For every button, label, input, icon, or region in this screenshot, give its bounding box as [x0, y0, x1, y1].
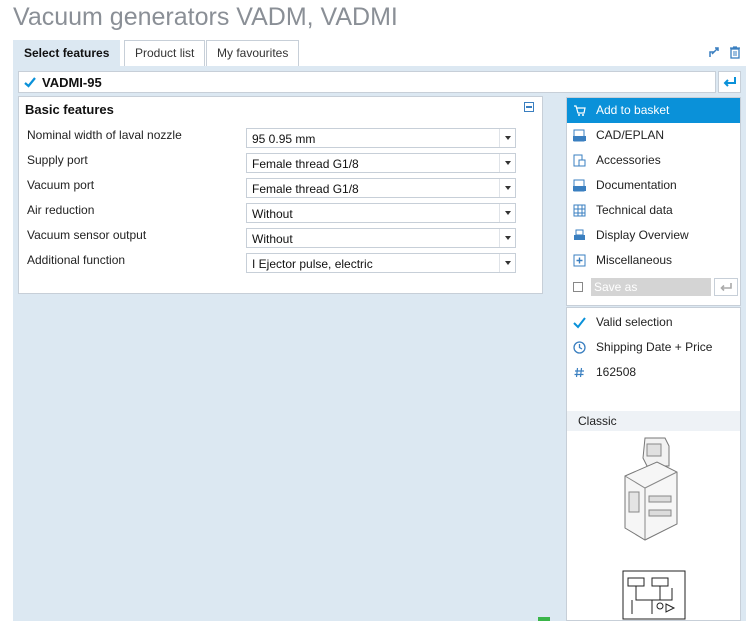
order-code-value: VADMI-95	[42, 75, 102, 90]
table-icon	[573, 204, 586, 217]
circuit-symbol-image	[622, 570, 686, 620]
feature-label: Air reduction	[27, 203, 95, 217]
technical-data-button[interactable]: Technical data	[567, 198, 740, 223]
tab-product-list[interactable]: Product list	[124, 40, 206, 66]
chevron-down-icon[interactable]	[499, 154, 515, 172]
vacuum-sensor-select[interactable]: Without	[246, 228, 516, 248]
action-label: Display Overview	[596, 228, 689, 242]
tab-my-favourites[interactable]: My favourites	[206, 40, 300, 66]
configurator-panel: VADMI-95 Basic features Nominal width of…	[13, 66, 746, 621]
chevron-down-icon[interactable]	[499, 229, 515, 247]
cad-eplan-button[interactable]: CAD/EPLAN	[567, 123, 740, 148]
order-code-field[interactable]: VADMI-95	[18, 71, 716, 93]
shipping-date-price-link[interactable]: Shipping Date + Price	[567, 335, 740, 360]
basket-icon	[574, 105, 586, 116]
nozzle-width-select[interactable]: 95 0.95 mm	[246, 128, 516, 148]
feature-label: Supply port	[27, 153, 88, 167]
action-label: Technical data	[596, 203, 673, 217]
select-value: I Ejector pulse, electric	[252, 257, 373, 271]
clock-icon	[573, 341, 586, 354]
variant-label: Classic	[578, 414, 617, 428]
enter-icon	[720, 283, 732, 292]
chevron-down-icon[interactable]	[499, 179, 515, 197]
share-icon[interactable]	[708, 45, 722, 59]
accessories-button[interactable]: Accessories	[567, 148, 740, 173]
trash-icon[interactable]	[728, 45, 742, 59]
air-reduction-select[interactable]: Without	[246, 203, 516, 223]
page-title: Vacuum generators VADM, VADMI	[13, 3, 398, 31]
miscellaneous-button[interactable]: Miscellaneous	[567, 248, 740, 273]
feature-row: Nominal width of laval nozzle 95 0.95 mm	[27, 127, 537, 148]
save-as-button[interactable]	[714, 278, 738, 296]
action-label: Miscellaneous	[596, 253, 673, 267]
display-overview-button[interactable]: Display Overview	[567, 223, 740, 248]
chevron-down-icon[interactable]	[499, 204, 515, 222]
actions-panel: Add to basket CAD/EPLAN Accessories Docu…	[566, 97, 741, 306]
pdf-icon	[573, 179, 586, 192]
chevron-down-icon[interactable]	[499, 254, 515, 272]
part-number-row: 162508	[567, 360, 740, 385]
action-label: CAD/EPLAN	[596, 128, 665, 142]
chevron-down-icon[interactable]	[499, 129, 515, 147]
product-image	[624, 437, 678, 541]
feature-row: Additional function I Ejector pulse, ele…	[27, 252, 537, 273]
variant-header: Classic	[567, 411, 740, 431]
additional-function-select[interactable]: I Ejector pulse, electric	[246, 253, 516, 273]
plus-box-icon	[573, 254, 586, 267]
apply-code-button[interactable]	[718, 71, 741, 93]
hash-icon	[574, 367, 584, 378]
documentation-button[interactable]: Documentation	[567, 173, 740, 198]
status-label: Shipping Date + Price	[596, 340, 713, 354]
save-as-input[interactable]: Save as	[591, 278, 711, 296]
status-indicator	[538, 617, 550, 621]
supply-port-select[interactable]: Female thread G1/8	[246, 153, 516, 173]
tab-bar: Select features Product list My favourit…	[13, 40, 746, 66]
select-value: Female thread G1/8	[252, 182, 359, 196]
feature-label: Vacuum port	[27, 178, 95, 192]
print-icon	[574, 229, 585, 240]
cad-icon	[573, 129, 586, 142]
select-value: Female thread G1/8	[252, 157, 359, 171]
tab-toolbar	[708, 45, 742, 59]
enter-icon	[723, 77, 736, 87]
select-value: 95 0.95 mm	[252, 132, 316, 146]
action-label: Accessories	[596, 153, 661, 167]
feature-row: Vacuum sensor output Without	[27, 227, 537, 248]
check-icon	[573, 317, 586, 329]
select-value: Without	[252, 207, 293, 221]
basic-features-panel: Basic features Nominal width of laval no…	[18, 96, 543, 294]
collapse-icon[interactable]	[524, 102, 534, 112]
select-value: Without	[252, 232, 293, 246]
feature-row: Air reduction Without	[27, 202, 537, 223]
action-label: Documentation	[596, 178, 677, 192]
feature-row: Supply port Female thread G1/8	[27, 152, 537, 173]
feature-label: Vacuum sensor output	[27, 228, 147, 242]
feature-label: Nominal width of laval nozzle	[27, 128, 182, 142]
accessories-icon	[573, 154, 586, 167]
part-number: 162508	[596, 365, 637, 379]
vacuum-port-select[interactable]: Female thread G1/8	[246, 178, 516, 198]
feature-row: Vacuum port Female thread G1/8	[27, 177, 537, 198]
status-panel: Valid selection Shipping Date + Price 16…	[566, 307, 741, 621]
valid-selection-row: Valid selection	[567, 310, 740, 335]
status-label: Valid selection	[596, 315, 673, 329]
save-icon	[573, 282, 583, 292]
feature-label: Additional function	[27, 253, 126, 267]
tab-select-features[interactable]: Select features	[13, 40, 121, 66]
check-icon	[23, 75, 37, 92]
basic-features-title: Basic features	[25, 102, 114, 117]
add-to-basket-button[interactable]: Add to basket	[567, 98, 740, 123]
action-label: Add to basket	[596, 103, 670, 117]
